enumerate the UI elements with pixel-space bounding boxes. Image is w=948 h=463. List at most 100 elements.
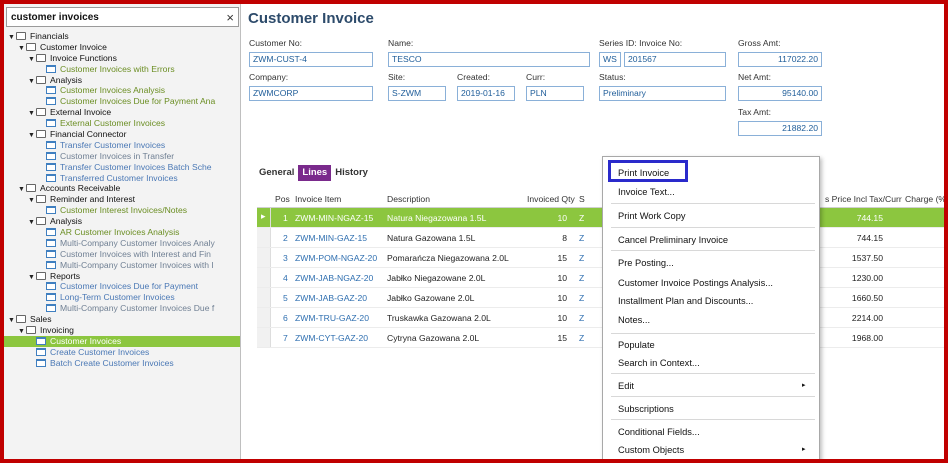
nav-item[interactable]: ▼ Customer Invoice [4, 42, 240, 53]
name-field[interactable]: TESCO [388, 52, 590, 67]
nav-item[interactable]: ▼ Financials [4, 31, 240, 42]
table-row[interactable]: 2 ZWM-MIN-GAZ-15 Natura Gazowana 1.5L 8 Z 744… [257, 228, 944, 248]
table-row[interactable]: 1 ZWM-MIN-NGAZ-15 Natura Niegazowana 1.5L 1… [257, 208, 944, 228]
nav-item[interactable]: Customer Invoices [4, 335, 240, 347]
currency-field[interactable]: PLN [526, 86, 584, 101]
cell-price-incl-tax: 2214.00 [851, 313, 883, 323]
nav-item[interactable]: Customer Invoices with Interest and Fin [4, 249, 240, 260]
nav-item[interactable]: ▼ Reminder and Interest [4, 194, 240, 205]
nav-item[interactable]: External Customer Invoices [4, 118, 240, 129]
nav-item[interactable]: Create Customer Invoices [4, 347, 240, 358]
nav-item[interactable]: ▼ Invoicing [4, 325, 240, 336]
column-header-price-incl-tax[interactable]: s Price Incl Tax/Curr [825, 194, 902, 204]
nav-item[interactable]: Customer Invoices Due for Payment Ana [4, 96, 240, 107]
nav-item[interactable]: Customer Invoices with Errors [4, 64, 240, 75]
cell-description: Natura Niegazowana 1.5L [387, 213, 487, 223]
submenu-arrow-icon: ▸ [802, 382, 806, 389]
row-selector[interactable] [257, 308, 271, 327]
menu-item-populate[interactable]: Populate [618, 340, 655, 350]
menu-item-print-work-copy[interactable]: Print Work Copy [618, 211, 686, 221]
navigator-search-input[interactable] [7, 8, 207, 26]
row-selector[interactable] [257, 328, 271, 347]
expand-toggle-icon[interactable]: ▼ [28, 273, 36, 282]
nav-item[interactable]: Multi-Company Customer Invoices Analy [4, 238, 240, 249]
series-id-field[interactable]: WS [599, 52, 621, 67]
table-row[interactable]: 4 ZWM-JAB-NGAZ-20 Jabłko Niegazowane 2.0L 1… [257, 268, 944, 288]
menu-item-cancel-preliminary-invoice[interactable]: Cancel Preliminary Invoice [618, 235, 728, 245]
nav-item[interactable]: Transfer Customer Invoices [4, 140, 240, 151]
table-row[interactable]: 6 ZWM-TRU-GAZ-20 Truskawka Gazowana 2.0L 10… [257, 308, 944, 328]
form-icon [46, 173, 56, 182]
gross-amt-field[interactable]: 117022.20 [738, 52, 822, 67]
nav-item[interactable]: Transfer Customer Invoices Batch Sche [4, 162, 240, 173]
customer-no-field[interactable]: ZWM-CUST-4 [249, 52, 373, 67]
expand-toggle-icon[interactable]: ▼ [8, 33, 16, 42]
column-header-pos[interactable]: Pos [275, 194, 290, 204]
menu-item-subscriptions[interactable]: Subscriptions [618, 404, 674, 414]
expand-toggle-icon[interactable]: ▼ [28, 196, 36, 205]
nav-item[interactable]: Batch Create Customer Invoices [4, 358, 240, 369]
expand-toggle-icon[interactable]: ▼ [18, 327, 26, 336]
invoice-no-field[interactable]: 201567 [624, 52, 726, 67]
nav-item[interactable]: Customer Invoices Due for Payment [4, 281, 240, 292]
column-header-charge[interactable]: Charge (%) [905, 194, 944, 204]
table-row[interactable]: 3 ZWM-POM-NGAZ-20 Pomarańcza Niegazowana 2… [257, 248, 944, 268]
column-header-description[interactable]: Description [387, 194, 430, 204]
menu-item-pre-posting[interactable]: Pre Posting... [618, 258, 674, 268]
nav-item[interactable]: ▼ Accounts Receivable [4, 183, 240, 194]
column-header-invoiced-qty[interactable]: Invoiced Qty [527, 194, 575, 204]
expand-toggle-icon[interactable]: ▼ [18, 44, 26, 53]
tab-lines[interactable]: Lines [298, 165, 332, 181]
nav-item[interactable]: ▼ Invoice Functions [4, 53, 240, 64]
nav-item[interactable]: AR Customer Invoices Analysis [4, 227, 240, 238]
tab-history[interactable]: History [331, 165, 372, 181]
row-selector[interactable] [257, 268, 271, 287]
menu-item-invoice-text[interactable]: Invoice Text... [618, 187, 675, 197]
nav-item[interactable]: Customer Interest Invoices/Notes [4, 205, 240, 216]
nav-item[interactable]: ▼ Sales [4, 314, 240, 325]
menu-item-postings-analysis[interactable]: Customer Invoice Postings Analysis... [618, 278, 773, 288]
tab-general[interactable]: General [255, 165, 298, 181]
created-field[interactable]: 2019-01-16 [457, 86, 515, 101]
site-field[interactable]: S-ZWM [388, 86, 446, 101]
nav-item[interactable]: Multi-Company Customer Invoices Due f [4, 303, 240, 314]
row-selector[interactable] [257, 288, 271, 307]
row-selector[interactable] [257, 208, 271, 227]
nav-item[interactable]: Multi-Company Customer Invoices with I [4, 260, 240, 271]
nav-item[interactable]: Transferred Customer Invoices [4, 173, 240, 184]
expand-toggle-icon[interactable]: ▼ [28, 131, 36, 140]
column-header-s[interactable]: S [579, 194, 585, 204]
nav-item[interactable]: Long-Term Customer Invoices [4, 292, 240, 303]
menu-item-custom-objects[interactable]: Custom Objects ▸ [618, 445, 806, 455]
expand-toggle-icon[interactable]: ▼ [28, 55, 36, 64]
nav-item[interactable]: ▼ Analysis [4, 216, 240, 227]
nav-item[interactable]: Customer Invoices Analysis [4, 85, 240, 96]
nav-item[interactable]: ▼ Reports [4, 271, 240, 282]
close-icon[interactable]: × [226, 10, 234, 25]
menu-item-notes[interactable]: Notes... [618, 315, 650, 325]
nav-item[interactable]: ▼ External Invoice [4, 107, 240, 118]
menu-item-edit[interactable]: Edit ▸ [618, 381, 806, 391]
expand-toggle-icon[interactable]: ▼ [28, 109, 36, 118]
row-selector[interactable] [257, 248, 271, 267]
nav-item[interactable]: Customer Invoices in Transfer [4, 151, 240, 162]
table-row[interactable]: 7 ZWM-CYT-GAZ-20 Cytryna Gazowana 2.0L 15 Z 1… [257, 328, 944, 348]
menu-item-conditional-fields[interactable]: Conditional Fields... [618, 427, 700, 437]
column-header-invoice-item[interactable]: Invoice Item [295, 194, 341, 204]
status-field[interactable]: Preliminary [599, 86, 726, 101]
nav-item[interactable]: ▼ Analysis [4, 75, 240, 86]
net-amt-field[interactable]: 95140.00 [738, 86, 822, 101]
expand-toggle-icon[interactable]: ▼ [8, 316, 16, 325]
form-icon [46, 162, 56, 171]
expand-toggle-icon[interactable]: ▼ [18, 185, 26, 194]
table-row[interactable]: 5 ZWM-JAB-GAZ-20 Jabłko Gazowane 2.0L 10 Z 16… [257, 288, 944, 308]
nav-item[interactable]: ▼ Financial Connector [4, 129, 240, 140]
company-field[interactable]: ZWMCORP [249, 86, 373, 101]
folder-icon [36, 108, 46, 117]
expand-toggle-icon[interactable]: ▼ [28, 218, 36, 227]
row-selector[interactable] [257, 228, 271, 247]
menu-item-search-in-context[interactable]: Search in Context... [618, 358, 700, 368]
expand-toggle-icon[interactable]: ▼ [28, 77, 36, 86]
tax-amt-field[interactable]: 21882.20 [738, 121, 822, 136]
menu-item-installment-plan[interactable]: Installment Plan and Discounts... [618, 296, 753, 306]
